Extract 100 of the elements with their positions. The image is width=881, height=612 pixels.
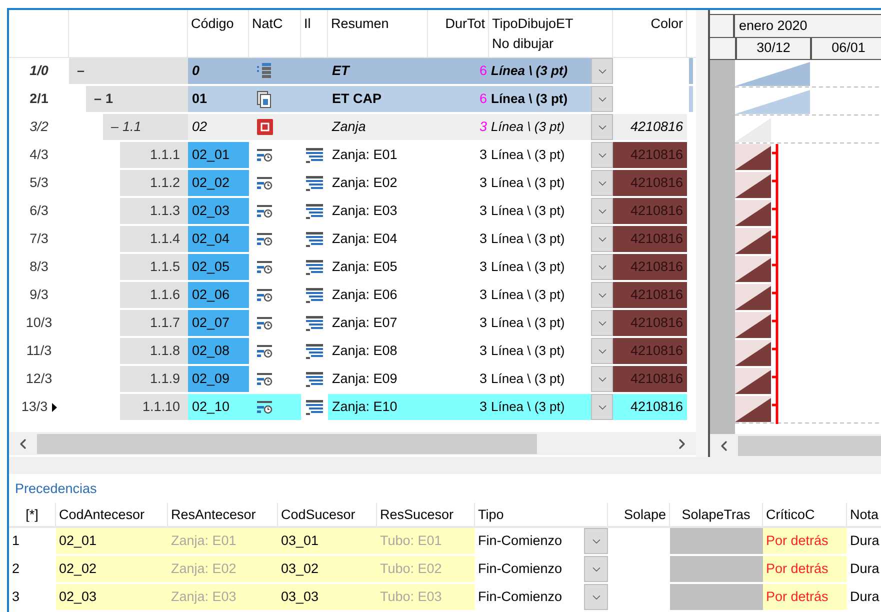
- code-cell: 01: [188, 86, 249, 112]
- column-header[interactable]: Código: [191, 14, 245, 34]
- current-row-icon: [52, 402, 57, 412]
- column-header[interactable]: CríticoC: [766, 504, 815, 525]
- predecessor-summary-cell: Zanja: E02: [168, 556, 278, 582]
- gantt-lines-icon: [306, 176, 323, 190]
- successor-summary-cell: Tubo: E01: [377, 528, 475, 554]
- dropdown-button[interactable]: [591, 254, 613, 280]
- duration-cell: 6: [428, 86, 489, 112]
- corner-header[interactable]: [*]: [26, 504, 38, 525]
- outline-cell[interactable]: 1.1.1: [120, 142, 188, 168]
- code-cell: 02_03: [188, 198, 249, 224]
- column-header[interactable]: ResAntecesor: [171, 504, 256, 525]
- dropdown-button[interactable]: [584, 528, 608, 554]
- code-cell: 02_09: [188, 366, 249, 392]
- dropdown-button[interactable]: [591, 226, 613, 252]
- task-bar: [735, 144, 771, 170]
- predecessor-code-cell: 02_02: [56, 556, 168, 582]
- outline-cell[interactable]: 1.1.2: [120, 170, 188, 196]
- column-header[interactable]: SolapeTras: [682, 504, 750, 525]
- dropdown-button[interactable]: [591, 86, 613, 112]
- outline-cell[interactable]: – 1: [86, 86, 188, 112]
- horizontal-scrollbar[interactable]: [710, 434, 881, 457]
- outline-cell[interactable]: – 1.1: [103, 114, 188, 140]
- column-header[interactable]: DurTot: [445, 14, 485, 34]
- color-cell: 4210816: [613, 338, 687, 364]
- critical-cell: Por detrás: [763, 556, 847, 582]
- outline-cell[interactable]: –: [69, 58, 188, 84]
- splitter[interactable]: [696, 10, 708, 457]
- outline-cell[interactable]: 1.1.6: [120, 282, 188, 308]
- dropdown-button[interactable]: [584, 584, 608, 610]
- outline-cell[interactable]: 1.1.4: [120, 226, 188, 252]
- task-clock-icon: [257, 344, 273, 358]
- predecessor-summary-cell: Zanja: E03: [168, 584, 278, 610]
- column-header[interactable]: Il: [304, 14, 324, 34]
- dropdown-button[interactable]: [591, 198, 613, 224]
- color-cell: 4210816: [613, 310, 687, 336]
- dropdown-button[interactable]: [591, 142, 613, 168]
- task-clock-icon: [257, 400, 273, 414]
- column-header[interactable]: Resumen: [331, 14, 424, 34]
- column-header[interactable]: Nota: [850, 504, 879, 525]
- row-number: 2/1: [28, 90, 50, 108]
- color-cell: 4210816: [613, 114, 687, 140]
- column-header[interactable]: NatC: [252, 14, 297, 34]
- row-number: 2: [12, 560, 20, 578]
- column-header[interactable]: TipoDibujoET: [492, 14, 609, 34]
- column-header[interactable]: CodSucesor: [281, 504, 356, 525]
- predecessor-summary-cell: Zanja: E01: [168, 528, 278, 554]
- outline-cell[interactable]: 1.1.7: [120, 310, 188, 336]
- dropdown-button[interactable]: [591, 366, 613, 392]
- group-bar: [735, 118, 771, 142]
- duration-cell: 6: [428, 58, 489, 84]
- task-bar: [735, 284, 771, 310]
- row-number: 3/2: [28, 118, 50, 136]
- outline-cell[interactable]: 1.1.9: [120, 366, 188, 392]
- dropdown-button[interactable]: [591, 310, 613, 336]
- outline-cell[interactable]: 1.1.5: [120, 254, 188, 280]
- column-header[interactable]: CodAntecesor: [59, 504, 145, 525]
- task-clock-icon: [257, 176, 273, 190]
- outline-cell[interactable]: 1.1.3: [120, 198, 188, 224]
- row-number: 5/3: [28, 174, 50, 192]
- row-number: 3: [12, 588, 20, 606]
- dropdown-button[interactable]: [591, 282, 613, 308]
- successor-code-cell: 03_02: [278, 556, 377, 582]
- horizontal-scrollbar[interactable]: [9, 432, 696, 455]
- column-header[interactable]: Tipo: [478, 504, 504, 525]
- outline-cell[interactable]: 1.1.8: [120, 338, 188, 364]
- task-bar: [735, 200, 771, 226]
- color-cell: 4210816: [613, 366, 687, 392]
- dropdown-button[interactable]: [591, 394, 613, 420]
- successor-summary-cell: Tubo: E03: [377, 584, 475, 610]
- note-cell-text: Dura: [849, 588, 880, 606]
- task-clock-icon: [257, 288, 273, 302]
- note-cell-text: Dura: [849, 560, 880, 578]
- task-clock-icon: [257, 260, 273, 274]
- predecessor-code-cell: 02_01: [56, 528, 168, 554]
- type-cell-text: Fin-Comienzo: [477, 560, 564, 578]
- task-bar: [735, 396, 771, 422]
- column-header[interactable]: ResSucesor: [380, 504, 454, 525]
- gantt-lines-icon: [306, 148, 323, 162]
- dropdown-button[interactable]: [591, 338, 613, 364]
- gantt-lines-icon: [306, 316, 323, 330]
- outline-cell[interactable]: 1.1.10: [120, 394, 188, 420]
- dropdown-button[interactable]: [591, 170, 613, 196]
- task-clock-icon: [257, 148, 273, 162]
- dropdown-button[interactable]: [584, 556, 608, 582]
- section-title: Precedencias: [15, 480, 97, 498]
- dropdown-button[interactable]: [591, 114, 613, 140]
- color-cell: 4210816: [613, 282, 687, 308]
- dropdown-button[interactable]: [591, 58, 613, 84]
- type-cell-text: Fin-Comienzo: [477, 588, 564, 606]
- code-cell: 02_04: [188, 226, 249, 252]
- week-header: 30/12: [735, 38, 810, 59]
- predecessor-code-cell: 02_03: [56, 584, 168, 610]
- column-header[interactable]: Solape: [624, 504, 666, 525]
- row-number: 7/3: [28, 230, 50, 248]
- color-cell: 4210816: [613, 254, 687, 280]
- column-header[interactable]: Color: [650, 14, 683, 34]
- code-cell: 02_10: [188, 394, 249, 420]
- gantt-lines-icon: [306, 372, 323, 386]
